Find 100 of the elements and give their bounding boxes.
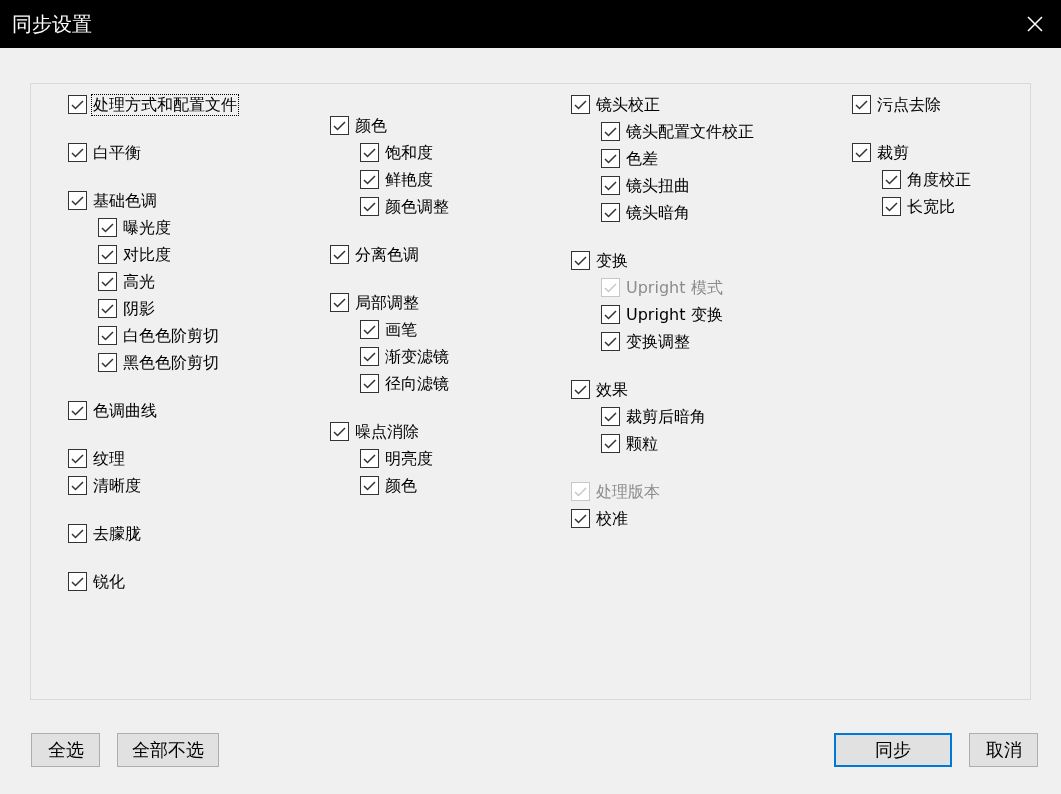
checkbox-item[interactable]: 长宽比 bbox=[882, 193, 956, 220]
checkmark-icon bbox=[885, 201, 898, 212]
checkbox-item[interactable]: 饱和度 bbox=[360, 139, 434, 166]
checkbox-item[interactable]: 颗粒 bbox=[601, 430, 659, 457]
checkbox-label: 颜色 bbox=[384, 475, 418, 496]
checkbox-item[interactable]: 局部调整 bbox=[330, 289, 420, 316]
checkbox-label: 颜色调整 bbox=[384, 196, 450, 217]
checkmark-icon bbox=[604, 207, 617, 218]
checkbox-label: 对比度 bbox=[122, 244, 172, 265]
checkbox-item[interactable]: 裁剪 bbox=[852, 139, 910, 166]
checkbox-item[interactable]: 镜头校正 bbox=[571, 91, 661, 118]
checkmark-icon bbox=[71, 453, 84, 464]
checkbox-item[interactable]: 颜色调整 bbox=[360, 193, 450, 220]
checkmark-icon bbox=[363, 147, 376, 158]
checkbox-label: 基础色调 bbox=[92, 190, 158, 211]
checkmark-icon bbox=[71, 576, 84, 587]
checkbox-label: 颜色 bbox=[354, 115, 388, 136]
checkbox-item[interactable]: 颜色 bbox=[360, 472, 418, 499]
checkbox-item[interactable]: 裁剪后暗角 bbox=[601, 403, 707, 430]
checkbox-item[interactable]: 色调曲线 bbox=[68, 397, 158, 424]
checkbox-item[interactable]: 明亮度 bbox=[360, 445, 434, 472]
checkbox-item[interactable]: 色差 bbox=[601, 145, 659, 172]
checkbox-label: 镜头校正 bbox=[595, 94, 661, 115]
checkbox-label: 锐化 bbox=[92, 571, 126, 592]
checkbox-item[interactable]: 黑色色阶剪切 bbox=[98, 349, 220, 376]
checkbox-item[interactable]: 清晰度 bbox=[68, 472, 142, 499]
checkbox-label: 鲜艳度 bbox=[384, 169, 434, 190]
checkbox-item[interactable]: Upright 变换 bbox=[601, 301, 724, 328]
checkbox-item[interactable]: 校准 bbox=[571, 505, 629, 532]
checkbox-item[interactable]: 处理方式和配置文件 bbox=[68, 91, 238, 118]
checkmark-icon bbox=[604, 411, 617, 422]
checkbox-item[interactable]: 分离色调 bbox=[330, 241, 420, 268]
checkmark-icon bbox=[855, 147, 868, 158]
checkbox-item[interactable]: 噪点消除 bbox=[330, 418, 420, 445]
checkbox-label: 处理版本 bbox=[595, 481, 661, 502]
checkbox-item[interactable]: 变换调整 bbox=[601, 328, 691, 355]
checkmark-icon bbox=[71, 99, 84, 110]
checkbox-label: 校准 bbox=[595, 508, 629, 529]
close-icon[interactable] bbox=[1027, 16, 1043, 32]
checkbox-label: 镜头暗角 bbox=[625, 202, 691, 223]
checkmark-icon bbox=[101, 276, 114, 287]
checkbox-label: 局部调整 bbox=[354, 292, 420, 313]
checkbox-label: 饱和度 bbox=[384, 142, 434, 163]
checkbox-item[interactable]: 纹理 bbox=[68, 445, 126, 472]
checkbox-label: 分离色调 bbox=[354, 244, 420, 265]
checkmark-icon bbox=[604, 126, 617, 137]
checkmark-icon bbox=[333, 426, 346, 437]
checkbox-item[interactable]: 对比度 bbox=[98, 241, 172, 268]
checkmark-icon bbox=[574, 384, 587, 395]
checkbox-item[interactable]: 径向滤镜 bbox=[360, 370, 450, 397]
checkmark-icon bbox=[333, 120, 346, 131]
checkbox-item[interactable]: 变换 bbox=[571, 247, 629, 274]
checkbox-label: 镜头扭曲 bbox=[625, 175, 691, 196]
checkmark-icon bbox=[71, 147, 84, 158]
checkbox-item[interactable]: 渐变滤镜 bbox=[360, 343, 450, 370]
checkmark-icon bbox=[604, 153, 617, 164]
checkbox-label: 明亮度 bbox=[384, 448, 434, 469]
checkbox-label: 裁剪 bbox=[876, 142, 910, 163]
checkbox-item[interactable]: 镜头扭曲 bbox=[601, 172, 691, 199]
dialog-button[interactable]: 取消 bbox=[969, 733, 1038, 767]
checkbox-label: Upright 模式 bbox=[625, 277, 724, 298]
checkbox-label: 白平衡 bbox=[92, 142, 142, 163]
dialog-button[interactable]: 全部不选 bbox=[117, 733, 219, 767]
checkbox-label: 长宽比 bbox=[906, 196, 956, 217]
checkmark-icon bbox=[363, 453, 376, 464]
checkbox-item[interactable]: 效果 bbox=[571, 376, 629, 403]
checkbox-item[interactable]: 颜色 bbox=[330, 112, 388, 139]
checkbox-item[interactable]: 角度校正 bbox=[882, 166, 972, 193]
checkbox-label: 颗粒 bbox=[625, 433, 659, 454]
checkbox-item[interactable]: 白色色阶剪切 bbox=[98, 322, 220, 349]
checkbox-item[interactable]: 鲜艳度 bbox=[360, 166, 434, 193]
checkbox-label: 镜头配置文件校正 bbox=[625, 121, 755, 142]
checkbox-label: 径向滤镜 bbox=[384, 373, 450, 394]
checkmark-icon bbox=[71, 528, 84, 539]
checkbox-label: 处理方式和配置文件 bbox=[92, 94, 238, 115]
checkbox-item[interactable]: 白平衡 bbox=[68, 139, 142, 166]
checkmark-icon bbox=[604, 282, 617, 293]
checkmark-icon bbox=[363, 378, 376, 389]
checkmark-icon bbox=[363, 351, 376, 362]
checkbox-item[interactable]: 基础色调 bbox=[68, 187, 158, 214]
checkbox-label: 黑色色阶剪切 bbox=[122, 352, 220, 373]
checkbox-label: 裁剪后暗角 bbox=[625, 406, 707, 427]
checkbox-item[interactable]: 高光 bbox=[98, 268, 156, 295]
checkbox-item[interactable]: 曝光度 bbox=[98, 214, 172, 241]
checkmark-icon bbox=[71, 480, 84, 491]
checkbox-item[interactable]: 阴影 bbox=[98, 295, 156, 322]
dialog-button[interactable]: 全选 bbox=[31, 733, 100, 767]
checkbox-item[interactable]: 锐化 bbox=[68, 568, 126, 595]
checkbox-item[interactable]: 污点去除 bbox=[852, 91, 942, 118]
checkbox-label: 渐变滤镜 bbox=[384, 346, 450, 367]
checkmark-icon bbox=[604, 309, 617, 320]
checkbox-label: 角度校正 bbox=[906, 169, 972, 190]
checkbox-item[interactable]: 镜头配置文件校正 bbox=[601, 118, 755, 145]
checkbox-item[interactable]: 镜头暗角 bbox=[601, 199, 691, 226]
dialog-button[interactable]: 同步 bbox=[834, 733, 952, 767]
checkbox-item[interactable]: 画笔 bbox=[360, 316, 418, 343]
checkmark-icon bbox=[101, 249, 114, 260]
checkmark-icon bbox=[71, 405, 84, 416]
checkbox-item[interactable]: 去朦胧 bbox=[68, 520, 142, 547]
checkmark-icon bbox=[101, 357, 114, 368]
